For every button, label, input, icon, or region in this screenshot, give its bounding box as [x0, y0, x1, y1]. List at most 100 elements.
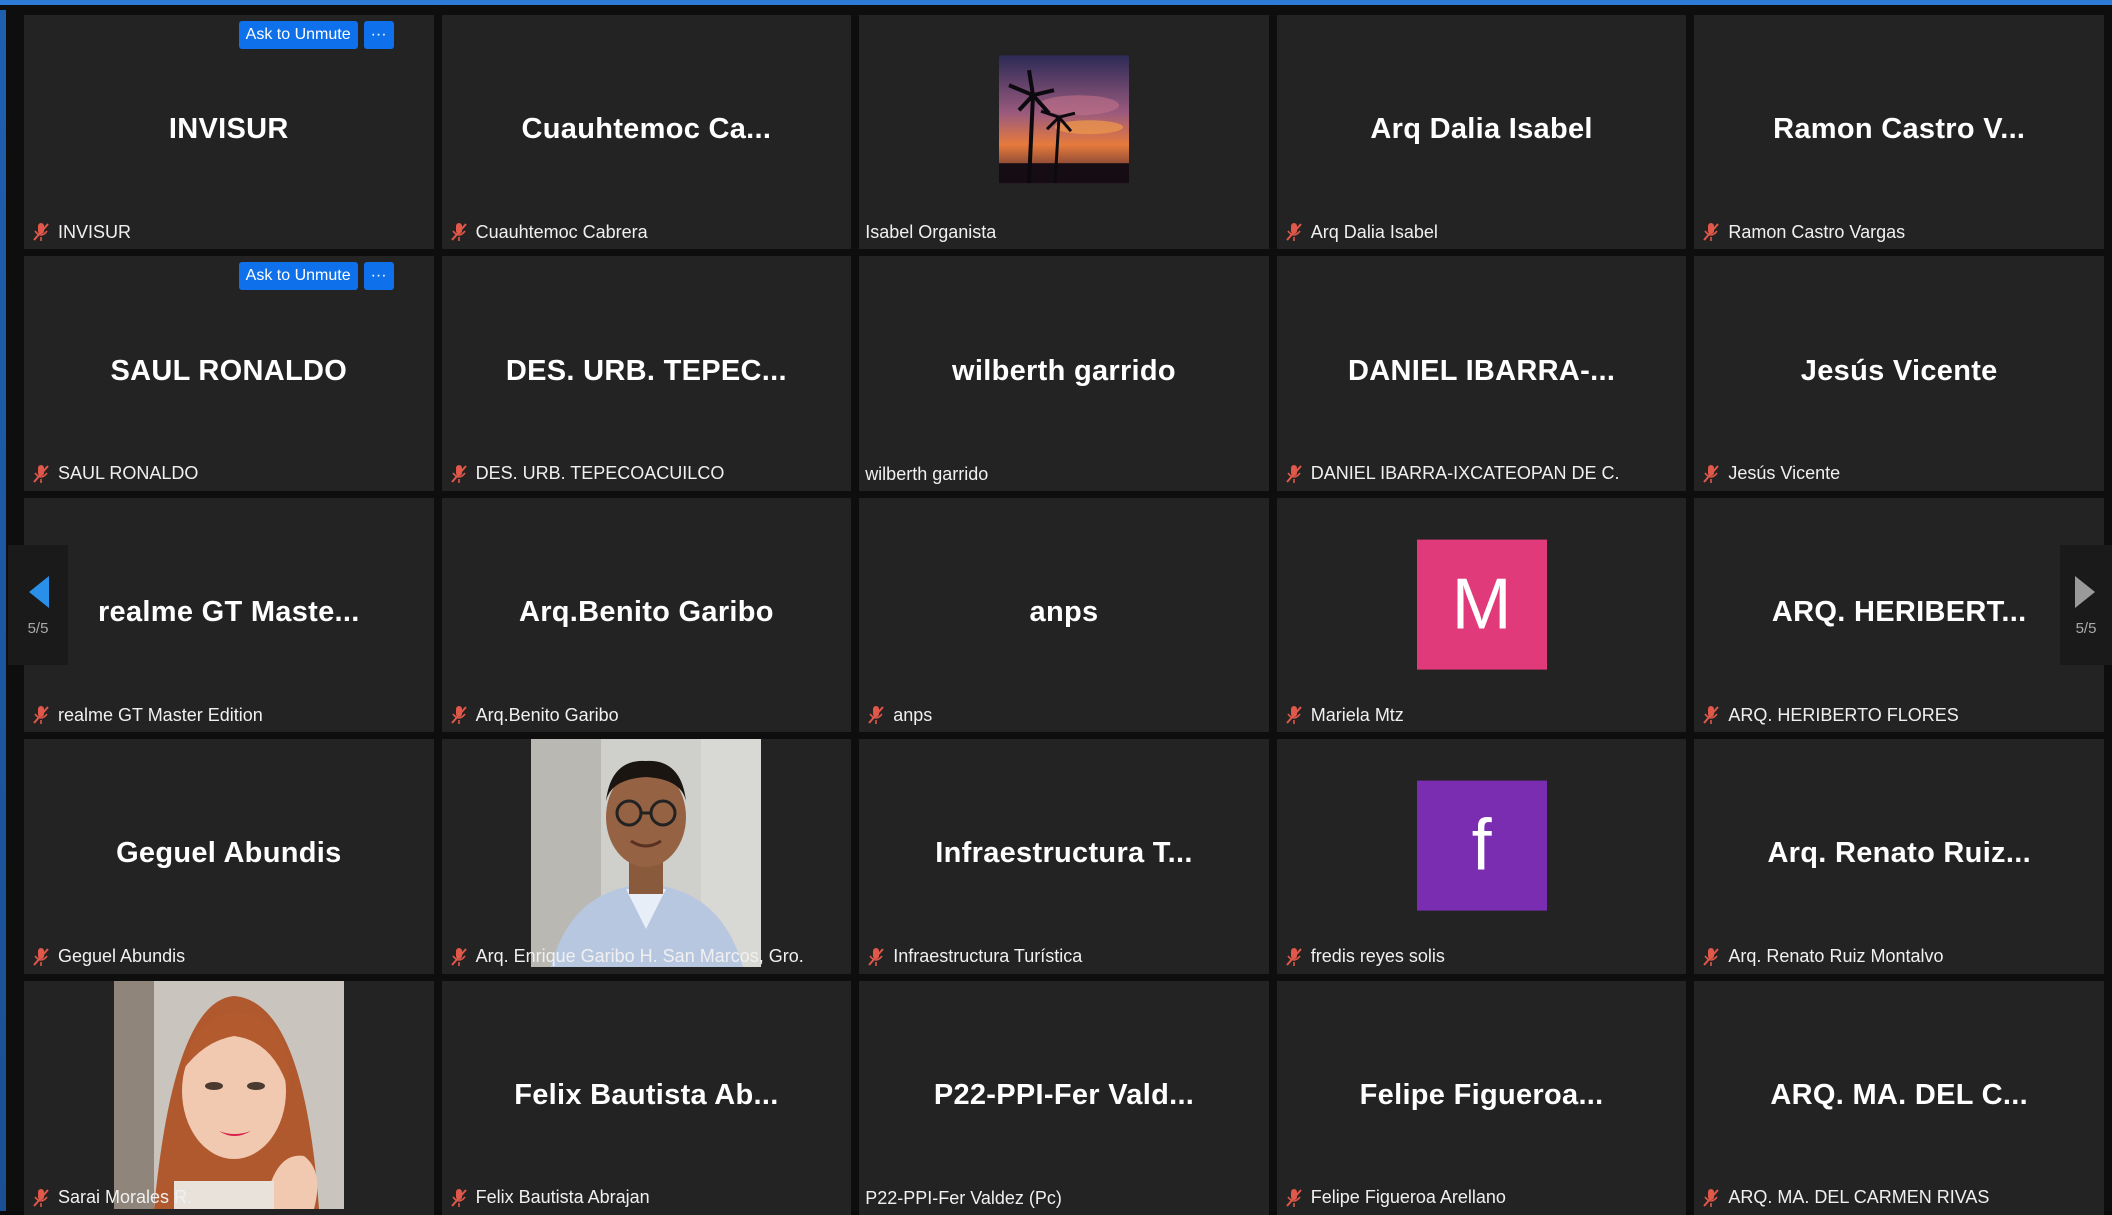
participant-label-text: Mariela Mtz [1310, 704, 1404, 725]
participant-name-label: INVISUR [24, 221, 131, 243]
participant-name-label: Mariela Mtz [1277, 704, 1404, 726]
chevron-right-icon [2075, 575, 2095, 608]
participant-tile-arq-dalia-isabel[interactable]: Arq Dalia Isabel Arq Dalia Isabel [1276, 15, 1687, 250]
participant-tile-arq-renato-ruiz[interactable]: Arq. Renato Ruiz... Arq. Renato Ruiz Mon… [1694, 739, 2104, 974]
participant-tile-jesus-vicente[interactable]: Jesús Vicente Jesús Vicente [1694, 256, 2104, 491]
participant-name-label: P22-PPI-Fer Valdez (Pc) [859, 1188, 1062, 1209]
participant-tile-daniel-ibarra[interactable]: DANIEL IBARRA-... DANIEL IBARRA-IXCATEOP… [1276, 256, 1687, 491]
participant-tile-wilberth-garrido[interactable]: wilberth garrido wilberth garrido [859, 256, 1269, 491]
microphone-muted-icon [30, 946, 52, 968]
participant-tile-arq-ma-del-carmen[interactable]: ARQ. MA. DEL C... ARQ. MA. DEL CARMEN RI… [1694, 980, 2104, 1215]
microphone-muted-icon [1700, 463, 1722, 485]
participant-tile-sarai-morales[interactable]: Sarai Morales R. [24, 980, 434, 1215]
participant-display-name: realme GT Maste... [97, 595, 360, 628]
participant-display-name: Felipe Figueroa... [1359, 1078, 1604, 1111]
avatar-initial: f [1416, 780, 1547, 911]
participant-tile-ramon-castro[interactable]: Ramon Castro V... Ramon Castro Vargas [1694, 15, 2104, 250]
participant-label-text: Jesús Vicente [1728, 463, 1841, 484]
participant-label-text: Arq. Enrique Garibo H. San Marcos, Gro. [475, 946, 804, 967]
participant-name-label: Arq. Enrique Garibo H. San Marcos, Gro. [442, 946, 804, 968]
gallery-grid: Ask to Unmute ··· INVISUR INVISUR Cuauht… [24, 15, 2104, 1215]
profile-picture-sunset [998, 55, 1129, 184]
participant-tile-realme-gt[interactable]: realme GT Maste... realme GT Master Edit… [24, 497, 434, 733]
chevron-left-icon [29, 575, 49, 608]
participant-label-text: Arq. Renato Ruiz Montalvo [1728, 946, 1944, 967]
participant-name-label: Isabel Organista [859, 222, 996, 243]
participant-tile-geguel-abundis[interactable]: Geguel Abundis Geguel Abundis [24, 739, 434, 974]
participant-tile-mariela-mtz[interactable]: M Mariela Mtz [1276, 497, 1687, 733]
participant-display-name: Infraestructura T... [935, 837, 1193, 870]
participant-name-label: DANIEL IBARRA-IXCATEOPAN DE C. [1277, 463, 1620, 485]
participant-label-text: Infraestructura Turística [893, 946, 1083, 967]
participant-display-name: wilberth garrido [952, 354, 1176, 387]
page-indicator-right: 5/5 [2075, 619, 2097, 637]
participant-display-name: Jesús Vicente [1800, 354, 1998, 387]
participant-tile-anps[interactable]: anps anps [859, 497, 1269, 733]
participant-tile-des-urb[interactable]: DES. URB. TEPEC... DES. URB. TEPECOACUIL… [441, 256, 852, 491]
microphone-muted-icon [1283, 1187, 1305, 1209]
participant-display-name: Cuauhtemoc Ca... [521, 113, 772, 146]
participant-display-name: anps [1029, 595, 1099, 628]
participant-tile-cuauhtemoc[interactable]: Cuauhtemoc Ca... Cuauhtemoc Cabrera [441, 15, 852, 250]
microphone-muted-icon [30, 463, 52, 485]
participant-name-label: Felix Bautista Abrajan [442, 1187, 650, 1209]
participant-label-text: Felipe Figueroa Arellano [1310, 1187, 1506, 1208]
participant-display-name: Felix Bautista Ab... [514, 1078, 779, 1111]
participant-name-label: DES. URB. TEPECOACUILCO [442, 463, 725, 485]
participant-name-label: realme GT Master Edition [24, 704, 263, 726]
microphone-muted-icon [448, 221, 470, 243]
microphone-muted-icon [1283, 704, 1305, 726]
ask-to-unmute-button[interactable]: Ask to Unmute [238, 21, 358, 49]
participant-tile-arq-benito-garibo[interactable]: Arq.Benito Garibo Arq.Benito Garibo [441, 497, 852, 733]
participant-tile-saul-ronaldo[interactable]: Ask to Unmute ··· SAUL RONALDO SAUL RONA… [24, 256, 434, 491]
tile-actions: Ask to Unmute ··· [238, 21, 394, 49]
participant-display-name: Ramon Castro V... [1773, 113, 2026, 146]
participant-name-label: Felipe Figueroa Arellano [1277, 1187, 1506, 1209]
participant-display-name: Arq.Benito Garibo [518, 595, 774, 628]
microphone-muted-icon [448, 704, 470, 726]
microphone-muted-icon [1700, 1187, 1722, 1209]
participant-label-text: Geguel Abundis [58, 946, 186, 967]
participant-label-text: DES. URB. TEPECOACUILCO [475, 463, 725, 484]
participant-name-label: Infraestructura Turística [859, 946, 1082, 968]
participant-tile-invisur[interactable]: Ask to Unmute ··· INVISUR INVISUR [24, 15, 434, 250]
participant-display-name: DES. URB. TEPEC... [505, 354, 787, 387]
participant-name-label: Arq Dalia Isabel [1277, 221, 1438, 243]
next-page-button[interactable]: 5/5 [2060, 545, 2112, 665]
participant-name-label: ARQ. HERIBERTO FLORES [1694, 704, 1959, 726]
ask-to-unmute-button[interactable]: Ask to Unmute [238, 262, 358, 291]
participant-tile-infraestructura[interactable]: Infraestructura T... Infraestructura Tur… [859, 739, 1269, 974]
more-options-button[interactable]: ··· [363, 262, 394, 291]
participant-name-label: ARQ. MA. DEL CARMEN RIVAS [1694, 1187, 1989, 1209]
participant-tile-isabel-organista[interactable]: Isabel Organista [859, 15, 1269, 250]
participant-display-name: Arq. Renato Ruiz... [1767, 837, 2031, 870]
participant-label-text: Sarai Morales R. [58, 1187, 193, 1208]
participant-label-text: Arq.Benito Garibo [475, 704, 619, 725]
previous-page-button[interactable]: 5/5 [8, 545, 68, 665]
participant-tile-arq-heriberto[interactable]: ARQ. HERIBERT... ARQ. HERIBERTO FLORES [1694, 497, 2104, 733]
participant-name-label: Ramon Castro Vargas [1694, 221, 1905, 243]
microphone-muted-icon [30, 221, 52, 243]
participant-tile-felipe-figueroa[interactable]: Felipe Figueroa... Felipe Figueroa Arell… [1276, 980, 1687, 1215]
participant-name-label: anps [859, 704, 932, 726]
participant-tile-p22-fer-valdez[interactable]: P22-PPI-Fer Vald... P22-PPI-Fer Valdez (… [859, 980, 1269, 1215]
participant-label-text: DANIEL IBARRA-IXCATEOPAN DE C. [1310, 463, 1620, 484]
participant-tile-arq-enrique-garibo[interactable]: Arq. Enrique Garibo H. San Marcos, Gro. [441, 739, 852, 974]
page-indicator-left: 5/5 [27, 619, 49, 637]
participant-tile-felix-bautista[interactable]: Felix Bautista Ab... Felix Bautista Abra… [441, 980, 852, 1215]
participant-name-label: Sarai Morales R. [24, 1187, 192, 1209]
participant-display-name: DANIEL IBARRA-... [1348, 354, 1616, 387]
participant-display-name: P22-PPI-Fer Vald... [933, 1078, 1195, 1111]
microphone-muted-icon [865, 946, 887, 968]
participant-name-label: Cuauhtemoc Cabrera [442, 221, 648, 243]
microphone-muted-icon [448, 463, 470, 485]
microphone-muted-icon [30, 1187, 52, 1209]
participant-display-name: INVISUR [168, 113, 289, 146]
participant-label-text: ARQ. MA. DEL CARMEN RIVAS [1728, 1187, 1990, 1208]
more-options-button[interactable]: ··· [363, 21, 394, 49]
participant-name-label: Arq. Renato Ruiz Montalvo [1694, 946, 1944, 968]
microphone-muted-icon [1283, 463, 1305, 485]
microphone-muted-icon [30, 704, 52, 726]
participant-tile-fredis-reyes[interactable]: f fredis reyes solis [1276, 739, 1687, 974]
participant-label-text: Isabel Organista [865, 222, 997, 243]
